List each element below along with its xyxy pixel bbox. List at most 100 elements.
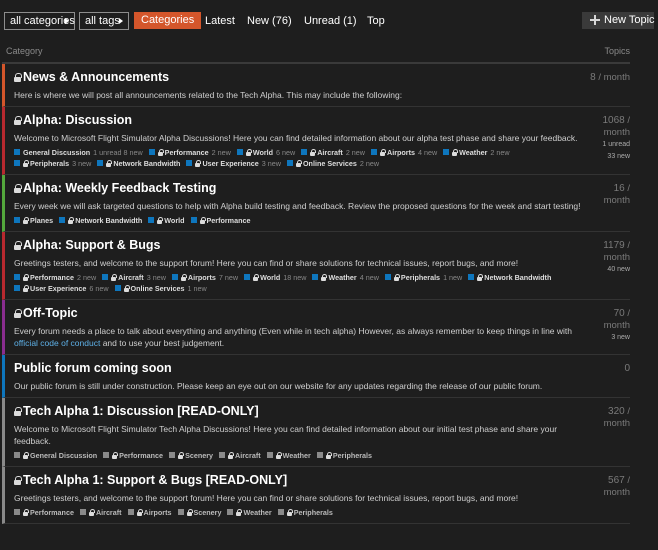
lock-icon bbox=[477, 273, 484, 281]
lock-icon bbox=[245, 148, 252, 156]
category-name[interactable]: Alpha: Support & Bugs bbox=[14, 237, 630, 253]
code-of-conduct-link[interactable]: official code of conduct bbox=[14, 338, 100, 348]
subcategory-link[interactable]: Network Bandwidth bbox=[468, 272, 551, 283]
subcategory-link[interactable]: Network Bandwidth bbox=[97, 158, 180, 169]
subcategory-link[interactable]: Airports 4 new bbox=[371, 147, 437, 158]
subcategory-link[interactable]: User Experience 3 new bbox=[186, 158, 281, 169]
subcategory-link[interactable]: Network Bandwidth bbox=[59, 215, 142, 226]
unread-new-count[interactable]: 1 unread bbox=[586, 139, 630, 151]
category-color-badge bbox=[97, 160, 104, 166]
new-topic-button[interactable]: New Topic bbox=[582, 12, 655, 29]
lock-icon bbox=[199, 216, 206, 224]
topic-count: 16 bbox=[613, 183, 625, 194]
subcategory-link[interactable]: General Discussion 1 unread 8 new bbox=[14, 147, 143, 158]
subcategory-link[interactable]: World 6 new bbox=[236, 147, 295, 158]
subcategory-link[interactable]: Performance 2 new bbox=[148, 147, 231, 158]
topic-count: 70 bbox=[613, 308, 625, 319]
category-name[interactable]: Tech Alpha 1: Support & Bugs [READ-ONLY] bbox=[14, 472, 630, 488]
lock-icon bbox=[23, 216, 29, 224]
subcategory-link[interactable]: Weather bbox=[266, 450, 311, 461]
subcategory-link[interactable]: Aircraft bbox=[219, 450, 261, 461]
new-topic-label: New Topic bbox=[604, 14, 655, 26]
unread-new-count[interactable]: 3 new bbox=[586, 332, 630, 344]
category-color-badge bbox=[14, 149, 20, 155]
subcategory-link[interactable]: Scenery bbox=[169, 450, 213, 461]
category-name-text[interactable]: Public forum coming soon bbox=[14, 361, 172, 375]
category-row[interactable]: News & Announcements Here is where we wil… bbox=[2, 64, 630, 107]
topic-count: 567 bbox=[608, 475, 625, 486]
category-row[interactable]: Public forum coming soon Our public forum… bbox=[2, 355, 630, 398]
subcategory-link[interactable]: Peripherals bbox=[277, 507, 333, 518]
category-name-text[interactable]: Tech Alpha 1: Discussion [READ-ONLY] bbox=[23, 404, 259, 418]
subcategory-link[interactable]: Performance 2 new bbox=[14, 272, 96, 283]
subcategory-link[interactable]: User Experience 6 new bbox=[14, 283, 109, 294]
category-color-badge bbox=[219, 452, 226, 458]
subcategory-link[interactable]: Online Services 1 new bbox=[114, 283, 207, 294]
subcategory-count: 7 new bbox=[218, 273, 239, 282]
topic-count: 1068 bbox=[602, 115, 625, 126]
subcategory-link[interactable]: World bbox=[148, 215, 185, 226]
category-row[interactable]: Tech Alpha 1: Support & Bugs [READ-ONLY]… bbox=[2, 467, 630, 524]
nav-tab-unread[interactable]: Unread (1) bbox=[304, 12, 357, 30]
subcategory-link[interactable]: Weather bbox=[227, 507, 272, 518]
category-name[interactable]: Tech Alpha 1: Discussion [READ-ONLY] bbox=[14, 403, 630, 419]
subcategory-link[interactable]: Online Services 2 new bbox=[286, 158, 379, 169]
category-name[interactable]: Alpha: Weekly Feedback Testing bbox=[14, 180, 630, 196]
lock-icon bbox=[23, 451, 29, 459]
lock-icon bbox=[88, 508, 95, 516]
category-description-text: Our public forum is still under construc… bbox=[14, 381, 543, 391]
tag-filter-dropdown[interactable]: all tags bbox=[79, 12, 129, 30]
category-description: Welcome to Microsoft Flight Simulator Te… bbox=[14, 423, 630, 447]
subcategory-link[interactable]: Weather 4 new bbox=[312, 272, 379, 283]
subcategory-link[interactable]: Performance bbox=[190, 215, 250, 226]
category-name-text[interactable]: Alpha: Discussion bbox=[23, 113, 132, 127]
nav-tab-latest[interactable]: Latest bbox=[205, 12, 235, 30]
category-row[interactable]: Alpha: Discussion Welcome to Microsoft Fl… bbox=[2, 107, 630, 175]
category-name[interactable]: Public forum coming soon bbox=[14, 360, 630, 376]
column-header-topics[interactable]: Topics bbox=[604, 46, 630, 56]
subcategory-link[interactable]: General Discussion bbox=[14, 450, 97, 461]
category-name-text[interactable]: Tech Alpha 1: Support & Bugs [READ-ONLY] bbox=[23, 473, 287, 487]
category-name[interactable]: Off-Topic bbox=[14, 305, 630, 321]
subcategory-link[interactable]: Scenery bbox=[177, 507, 221, 518]
unread-new-count[interactable]: 33 new bbox=[586, 151, 630, 163]
subcategory-link[interactable]: Aircraft 3 new bbox=[102, 272, 166, 283]
subcategory-link[interactable]: Aircraft 2 new bbox=[301, 147, 365, 158]
category-row[interactable]: Alpha: Support & Bugs Greetings testers, … bbox=[2, 232, 630, 300]
subcategory-link[interactable]: Performance bbox=[103, 450, 163, 461]
subcategory-link[interactable]: Peripherals bbox=[316, 450, 372, 461]
lock-icon bbox=[286, 508, 293, 516]
category-name-text[interactable]: News & Announcements bbox=[23, 70, 169, 84]
category-color-badge bbox=[79, 509, 86, 515]
category-name-text[interactable]: Alpha: Weekly Feedback Testing bbox=[23, 181, 216, 195]
nav-tab-categories[interactable]: Categories bbox=[134, 12, 202, 29]
subcategory-link[interactable]: Peripherals 1 new bbox=[384, 272, 462, 283]
category-row[interactable]: Tech Alpha 1: Discussion [READ-ONLY] Welc… bbox=[2, 398, 630, 467]
lock-icon bbox=[14, 407, 22, 416]
unread-new-count[interactable]: 40 new bbox=[586, 264, 630, 276]
subcategory-name: Peripherals bbox=[30, 159, 70, 168]
category-name[interactable]: Alpha: Discussion bbox=[14, 112, 630, 128]
subcategory-link[interactable]: World 18 new bbox=[244, 272, 306, 283]
subcategory-link[interactable]: Peripherals 3 new bbox=[14, 158, 91, 169]
category-name-text[interactable]: Off-Topic bbox=[23, 306, 78, 320]
subcategory-link[interactable]: Airports bbox=[127, 507, 172, 518]
nav-tab-top[interactable]: Top bbox=[367, 12, 385, 30]
subcategory-link[interactable]: Weather 2 new bbox=[443, 147, 510, 158]
subcategory-link[interactable]: Planes bbox=[14, 215, 53, 226]
category-filter-dropdown[interactable]: all categories bbox=[4, 12, 75, 30]
category-name-text[interactable]: Alpha: Support & Bugs bbox=[23, 238, 161, 252]
category-row[interactable]: Off-Topic Every forum needs a place to ta… bbox=[2, 300, 630, 355]
category-row[interactable]: Alpha: Weekly Feedback Testing Every week… bbox=[2, 175, 630, 232]
nav-tab-new[interactable]: New (76) bbox=[247, 12, 292, 30]
subcategory-link[interactable]: Performance bbox=[14, 507, 74, 518]
subcategory-name: Weather bbox=[328, 273, 357, 282]
column-header-category[interactable]: Category bbox=[6, 46, 43, 56]
subcategory-count: 4 new bbox=[359, 273, 379, 282]
category-color-badge bbox=[316, 452, 323, 458]
category-color-badge bbox=[236, 149, 243, 155]
category-name[interactable]: News & Announcements bbox=[14, 69, 630, 85]
subcategory-link[interactable]: Airports 7 new bbox=[171, 272, 239, 283]
subcategory-link[interactable]: Aircraft bbox=[79, 507, 122, 518]
subcategory-name: Network Bandwidth bbox=[484, 273, 552, 282]
